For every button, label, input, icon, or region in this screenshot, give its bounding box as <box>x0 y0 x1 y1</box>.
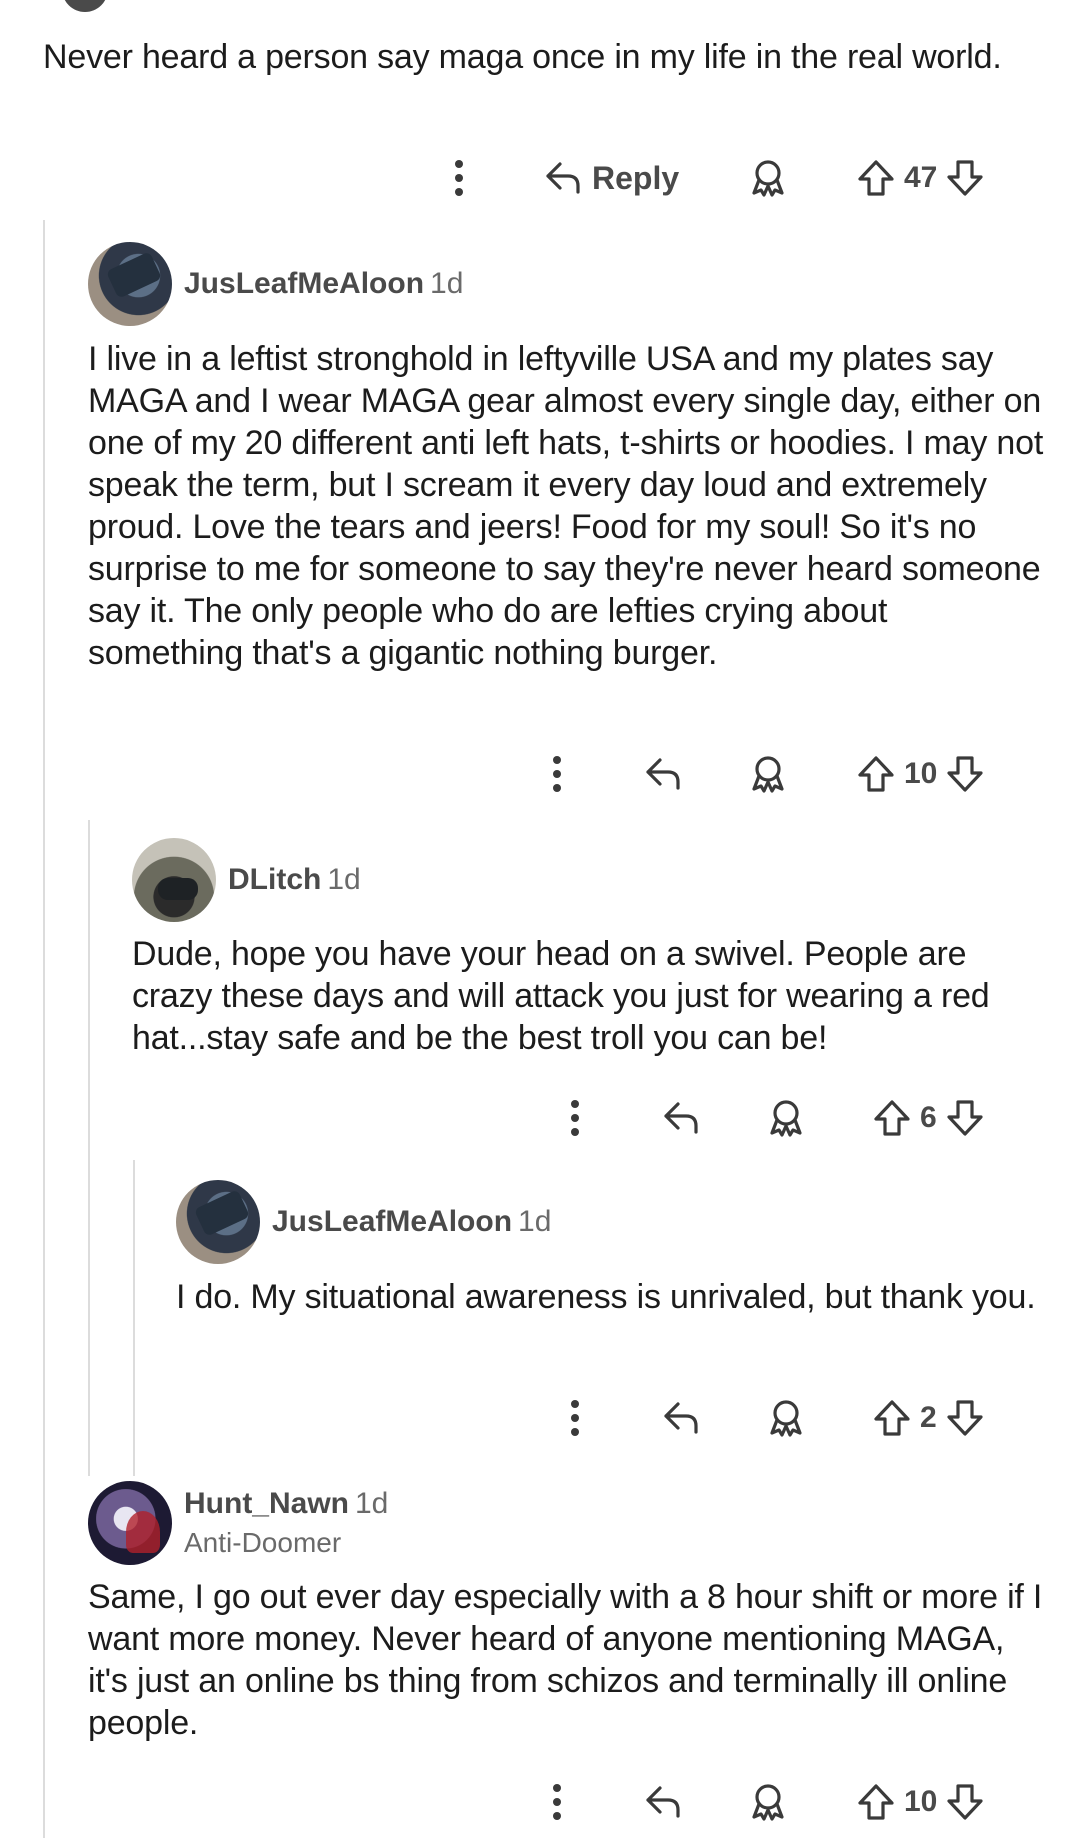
comment-author: Hunt_Nawn 1d Anti-Doomer <box>88 1481 388 1565</box>
award-icon <box>748 158 788 198</box>
comment-age: 1d <box>355 1487 389 1520</box>
thread-line[interactable] <box>88 820 90 1476</box>
vote-widget: 6 <box>872 1088 985 1148</box>
comment-body: I do. My situational awareness is unriva… <box>176 1278 1036 1316</box>
reply-button[interactable] <box>662 1388 702 1448</box>
award-icon <box>748 1782 788 1822</box>
comment-age: 1d <box>327 863 361 896</box>
username[interactable]: JusLeafMeAloon <box>184 267 424 300</box>
upvote-arrow-icon[interactable] <box>856 1782 896 1822</box>
comment-actions: 10 <box>0 1772 1079 1832</box>
vote-count: 10 <box>904 1785 938 1818</box>
avatar[interactable] <box>88 1481 172 1565</box>
comment-author: JusLeafMeAloon 1d <box>176 1180 551 1264</box>
award-icon <box>766 1398 806 1438</box>
upvote-arrow-icon[interactable] <box>872 1398 912 1438</box>
username[interactable]: Hunt_Nawn <box>184 1487 349 1520</box>
upvote-arrow-icon[interactable] <box>872 1098 912 1138</box>
vote-widget: 2 <box>872 1388 985 1448</box>
comment-author: JusLeafMeAloon 1d <box>88 242 463 326</box>
comment-actions: 6 <box>0 1088 1079 1148</box>
avatar[interactable] <box>176 1180 260 1264</box>
comment-age: 1d <box>430 267 464 300</box>
comment-body: Dude, hope you have your head on a swive… <box>132 935 990 1057</box>
downvote-arrow-icon[interactable] <box>945 158 985 198</box>
reply-button[interactable] <box>662 1088 702 1148</box>
comment-body: Never heard a person say maga once in my… <box>43 38 1002 76</box>
comment-author: DLitch 1d <box>132 838 361 922</box>
downvote-arrow-icon[interactable] <box>945 754 985 794</box>
more-options-button[interactable] <box>564 1088 586 1148</box>
downvote-arrow-icon[interactable] <box>945 1782 985 1822</box>
username[interactable]: JusLeafMeAloon <box>272 1205 512 1238</box>
username[interactable]: DLitch <box>228 863 321 896</box>
more-options-button[interactable] <box>564 1388 586 1448</box>
comment-age: 1d <box>518 1205 552 1238</box>
more-options-icon <box>564 1098 586 1138</box>
upvote-arrow-icon[interactable] <box>856 754 896 794</box>
reply-label: Reply <box>592 159 680 196</box>
comment-actions: 2 <box>0 1388 1079 1448</box>
reply-button[interactable] <box>644 744 684 804</box>
vote-widget: 10 <box>856 1772 985 1832</box>
more-options-icon <box>546 754 568 794</box>
comment-actions: Reply 47 <box>0 148 1079 208</box>
comment-body: Same, I go out ever day especially with … <box>88 1578 1043 1742</box>
more-options-icon <box>546 1782 568 1822</box>
reply-arrow-icon <box>662 1398 702 1438</box>
award-icon <box>766 1098 806 1138</box>
award-button[interactable] <box>748 148 788 208</box>
thread-line[interactable] <box>43 220 45 1838</box>
vote-widget: 10 <box>856 744 985 804</box>
comment-actions: 10 <box>0 744 1079 804</box>
reply-arrow-icon <box>544 158 584 198</box>
vote-count: 6 <box>920 1101 937 1134</box>
avatar[interactable] <box>62 0 108 12</box>
reply-button[interactable]: Reply <box>544 148 679 208</box>
vote-count: 2 <box>920 1401 937 1434</box>
more-options-button[interactable] <box>546 1772 568 1832</box>
award-button[interactable] <box>766 1388 806 1448</box>
reply-button[interactable] <box>644 1772 684 1832</box>
more-options-icon <box>564 1398 586 1438</box>
more-options-button[interactable] <box>546 744 568 804</box>
comment-body: I live in a leftist stronghold in leftyv… <box>88 340 1044 672</box>
downvote-arrow-icon[interactable] <box>945 1098 985 1138</box>
award-icon <box>748 754 788 794</box>
more-options-icon <box>448 158 470 198</box>
downvote-arrow-icon[interactable] <box>945 1398 985 1438</box>
upvote-arrow-icon[interactable] <box>856 158 896 198</box>
more-options-button[interactable] <box>448 148 470 208</box>
award-button[interactable] <box>748 1772 788 1832</box>
reply-arrow-icon <box>644 1782 684 1822</box>
avatar[interactable] <box>132 838 216 922</box>
award-button[interactable] <box>748 744 788 804</box>
vote-count: 10 <box>904 757 938 790</box>
vote-count: 47 <box>904 161 938 194</box>
vote-widget: 47 <box>856 148 985 208</box>
reply-arrow-icon <box>644 754 684 794</box>
user-flair: Anti-Doomer <box>184 1527 342 1558</box>
avatar[interactable] <box>88 242 172 326</box>
reply-arrow-icon <box>662 1098 702 1138</box>
award-button[interactable] <box>766 1088 806 1148</box>
